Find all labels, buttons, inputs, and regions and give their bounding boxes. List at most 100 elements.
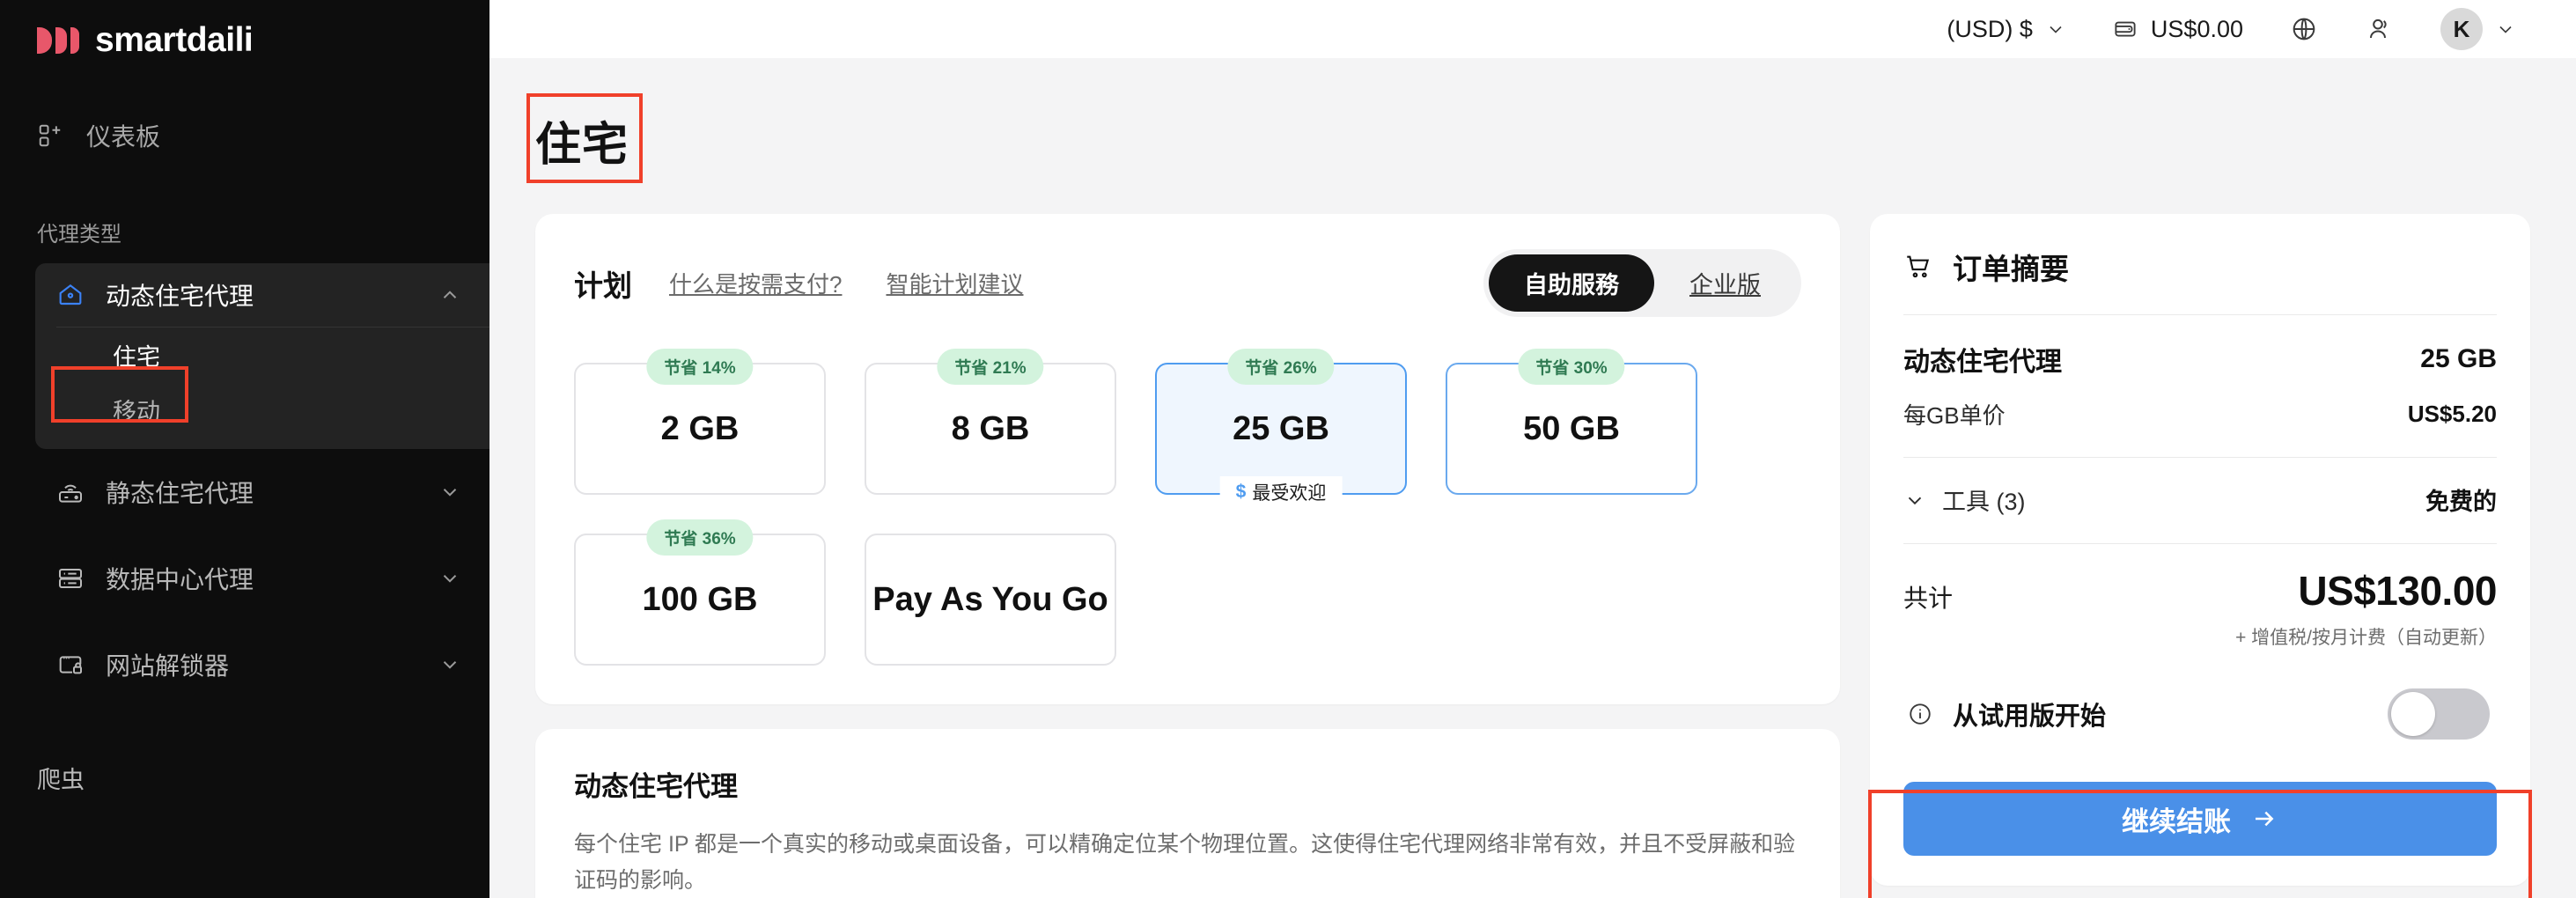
sidebar-item-datacenter[interactable]: 数据中心代理 — [0, 535, 489, 622]
browser-lock-icon — [56, 651, 85, 679]
page-title: 住宅 — [535, 120, 629, 171]
plan-option-25gb[interactable]: 节省 26% 25 GB $ 最受欢迎 — [1155, 349, 1407, 508]
tools-value: 免费的 — [2425, 489, 2497, 515]
continue-checkout-label: 继续结账 — [2122, 806, 2231, 837]
sidebar-item-residential-label: 住宅 — [113, 343, 160, 371]
globe-icon — [2289, 14, 2319, 44]
sidebar-item-site-unblocker-label: 网站解锁器 — [106, 652, 230, 680]
savings-badge: 节省 14% — [646, 349, 754, 385]
description-title: 动态住宅代理 — [574, 771, 738, 802]
plans-title: 计划 — [574, 269, 632, 302]
plan-option-50gb[interactable]: 节省 30% 50 GB — [1446, 349, 1697, 495]
trial-toggle[interactable] — [2388, 688, 2490, 740]
total-amount-group: US$130.00 + 增值税/按月计费（自动更新） — [2235, 567, 2497, 650]
savings-badge: 节省 26% — [1227, 349, 1335, 385]
trial-toggle-row: 从试用版开始 — [1903, 666, 2497, 762]
most-popular-badge: $ 最受欢迎 — [1219, 476, 1343, 508]
left-column: 计划 什么是按需支付? 智能计划建议 自助服務 企业版 节省 14% 2 GB — [535, 214, 1840, 898]
sidebar-group-header[interactable]: 动态住宅代理 — [35, 263, 489, 327]
chevron-down-icon[interactable] — [438, 567, 461, 590]
summary-unit-value: US$5.20 — [2407, 401, 2497, 427]
plan-option-label: 25 GB — [1233, 409, 1329, 447]
chevron-down-icon[interactable] — [438, 481, 461, 504]
wallet-balance[interactable]: US$0.00 — [2089, 16, 2266, 43]
total-note: + 增值税/按月计费（自动更新） — [2235, 628, 2497, 648]
summary-product-label: 动态住宅代理 — [1903, 348, 2062, 377]
tab-enterprise[interactable]: 企业版 — [1654, 254, 1796, 312]
plans-header: 计划 什么是按需支付? 智能计划建议 自助服務 企业版 — [574, 249, 1801, 317]
sidebar-item-mobile[interactable]: 移动 — [35, 382, 489, 437]
sidebar-item-site-unblocker[interactable]: 网站解锁器 — [0, 622, 489, 708]
dollar-icon: $ — [1235, 482, 1247, 502]
trial-left-group: 从试用版开始 — [1907, 696, 2106, 732]
summary-row-unit-price: 每GB单价 US$5.20 — [1903, 379, 2497, 457]
dashboard-grid-icon — [37, 122, 63, 149]
wallet-icon — [2112, 16, 2138, 42]
language-selector[interactable] — [2266, 14, 2342, 44]
content-area: 计划 什么是按需支付? 智能计划建议 自助服務 企业版 节省 14% 2 GB — [489, 173, 2576, 898]
sidebar-item-dashboard[interactable]: 仪表板 — [0, 109, 489, 162]
tab-self-service[interactable]: 自助服務 — [1489, 254, 1654, 312]
order-summary-card: 订单摘要 动态住宅代理 25 GB 每GB单价 US$5.20 工具 (3) 免… — [1868, 214, 2532, 898]
brand-name: smartdaili — [95, 21, 254, 59]
description-card: 动态住宅代理 每个住宅 IP 都是一个真实的移动或桌面设备，可以精确定位某个物理… — [535, 729, 1840, 898]
sidebar-group-label: 动态住宅代理 — [106, 283, 254, 310]
main-content: (USD) $ US$0.00 K 住宅 计划 什么是按需支付? 智能计划建议 … — [489, 0, 2576, 898]
sidebar-item-residential[interactable]: 住宅 — [35, 328, 489, 382]
user-avatar-menu[interactable]: K — [2418, 8, 2539, 50]
plan-type-toggle: 自助服務 企业版 — [1483, 249, 1801, 317]
sidebar-item-static-residential-label: 静态住宅代理 — [106, 480, 254, 507]
sidebar-group-dynamic-residential: 动态住宅代理 住宅 移动 — [35, 263, 489, 449]
order-summary-title: 订单摘要 — [1953, 253, 2069, 285]
wallet-balance-label: US$0.00 — [2150, 15, 2243, 42]
sidebar-item-dashboard-label: 仪表板 — [86, 123, 161, 151]
user-icon — [2365, 14, 2395, 44]
link-what-is-payg[interactable]: 什么是按需支付? — [669, 267, 842, 299]
sidebar-item-static-residential[interactable]: 静态住宅代理 — [0, 449, 489, 535]
toggle-knob — [2391, 692, 2435, 736]
router-icon — [56, 478, 85, 506]
chevron-down-icon — [2045, 18, 2066, 40]
sidebar-item-mobile-label: 移动 — [113, 398, 160, 425]
plan-option-label: 8 GB — [951, 409, 1030, 447]
order-summary-header: 订单摘要 — [1903, 246, 2497, 314]
topbar: (USD) $ US$0.00 K — [489, 0, 2576, 58]
savings-badge: 节省 21% — [937, 349, 1044, 385]
brand-logo[interactable]: smartdaili — [0, 0, 489, 59]
info-icon[interactable] — [1907, 701, 1933, 727]
plans-card: 计划 什么是按需支付? 智能计划建议 自助服務 企业版 节省 14% 2 GB — [535, 214, 1840, 704]
summary-unit-label: 每GB单价 — [1903, 402, 2006, 429]
summary-row-tools: 工具 (3) 免费的 — [1903, 458, 2497, 543]
total-label: 共计 — [1903, 585, 1954, 612]
currency-selector[interactable]: (USD) $ — [1924, 16, 2089, 43]
plan-option-label: Pay As You Go — [872, 580, 1108, 618]
sidebar-nav-top: 仪表板 — [0, 109, 489, 162]
tools-label: 工具 (3) — [1942, 489, 2026, 515]
total-value: US$130.00 — [2298, 568, 2497, 614]
plan-option-2gb[interactable]: 节省 14% 2 GB — [574, 349, 826, 495]
continue-checkout-button[interactable]: 继续结账 — [1903, 782, 2497, 856]
server-icon — [56, 564, 85, 593]
smartdaili-logo-icon — [37, 27, 79, 54]
chevron-up-icon[interactable] — [438, 283, 461, 306]
plan-option-8gb[interactable]: 节省 21% 8 GB — [865, 349, 1116, 495]
most-popular-label: 最受欢迎 — [1252, 483, 1327, 504]
sidebar-section-label: 代理类型 — [37, 223, 121, 247]
chevron-down-icon — [2495, 18, 2516, 40]
plan-option-pay-as-you-go[interactable]: Pay As You Go — [865, 534, 1116, 666]
account-menu[interactable] — [2342, 14, 2418, 44]
plan-options-grid: 节省 14% 2 GB 节省 21% 8 GB 节省 26% 25 GB $ 最… — [574, 349, 1801, 666]
link-smart-plan-advice[interactable]: 智能计划建议 — [886, 267, 1023, 299]
avatar: K — [2440, 8, 2483, 50]
savings-badge: 节省 36% — [646, 519, 754, 556]
plan-option-label: 100 GB — [642, 580, 758, 618]
chevron-down-icon — [1903, 489, 1926, 512]
cart-icon — [1903, 252, 1933, 282]
summary-row-total: 共计 US$130.00 + 增值税/按月计费（自动更新） — [1903, 544, 2497, 650]
sidebar-section-crawler[interactable]: 爬虫 — [0, 761, 489, 795]
plan-option-100gb[interactable]: 节省 36% 100 GB — [574, 519, 826, 666]
trial-label: 从试用版开始 — [1953, 703, 2107, 731]
tools-expander[interactable]: 工具 (3) — [1903, 482, 2026, 517]
savings-badge: 节省 30% — [1518, 349, 1625, 385]
chevron-down-icon[interactable] — [438, 653, 461, 676]
